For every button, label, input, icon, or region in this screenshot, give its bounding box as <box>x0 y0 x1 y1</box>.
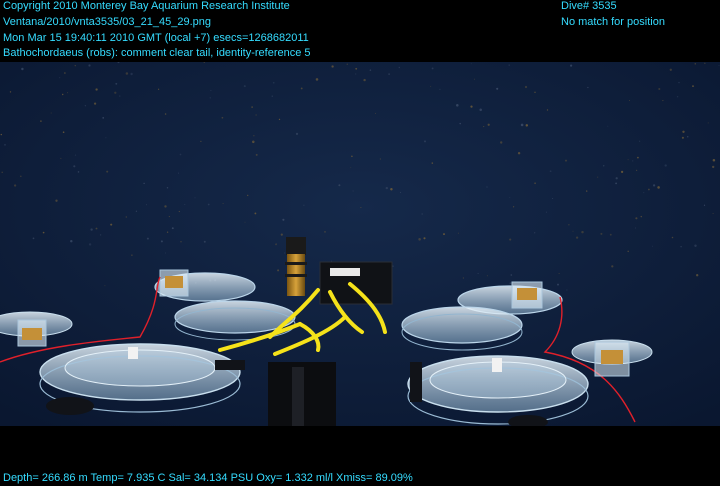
copyright-text: Copyright 2010 Monterey Bay Aquarium Res… <box>3 0 290 12</box>
dive-number-text: Dive# 3535 <box>561 0 617 12</box>
timestamp-text: Mon Mar 15 19:40:11 2010 GMT (local +7) … <box>3 32 309 44</box>
gold-sensor-probe <box>285 237 307 296</box>
file-path-text: Ventana/2010/vnta3535/03_21_45_29.png <box>3 16 211 28</box>
sensor-readout-text: Depth= 266.86 m Temp= 7.935 C Sal= 34.13… <box>3 472 413 484</box>
annotation-text: Bathochordaeus (robs): comment clear tai… <box>3 47 311 59</box>
position-status-text: No match for position <box>561 16 665 28</box>
underwater-video-frame <box>0 62 720 426</box>
